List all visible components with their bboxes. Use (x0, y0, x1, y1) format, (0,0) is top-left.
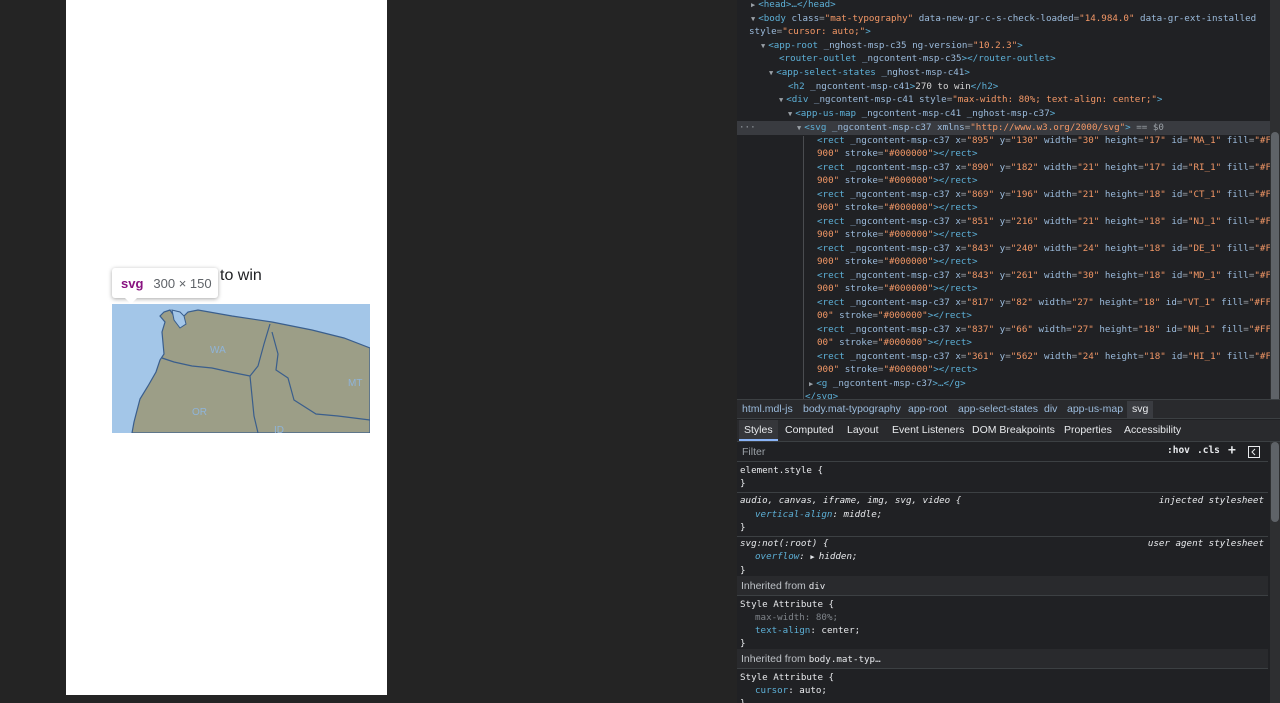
tree-node-router-outlet[interactable]: <router-outlet _ngcontent-msp-c35></rout… (737, 52, 1280, 66)
tree-node-rect-cont[interactable]: 900" stroke="#000000"></rect> (737, 282, 1280, 296)
tree-node-rect[interactable]: <rect _ngcontent-msp-c37 x="895" y="130"… (737, 134, 1280, 148)
inherited-from-div-link[interactable]: div (809, 581, 826, 592)
tree-node-rect-cont[interactable]: 900" stroke="#000000"></rect> (737, 228, 1280, 242)
class-toggle[interactable]: .cls (1197, 445, 1220, 456)
breadcrumb-html[interactable]: html.mdl-js (742, 403, 793, 415)
collapse-triangle-icon[interactable]: ▼ (797, 124, 801, 132)
expand-triangle-icon[interactable]: ▶ (809, 380, 813, 388)
hover-state-toggle[interactable]: :hov (1167, 445, 1190, 456)
tooltip-arrow (124, 297, 138, 304)
devtools-panel: ▶ <head>…</head> ▼ <body class="mat-typogr… (737, 0, 1280, 703)
styles-pane: element.style { } audio, canvas, iframe,… (737, 462, 1268, 703)
tree-node-rect[interactable]: <rect _ngcontent-msp-c37 x="843" y="261"… (737, 269, 1280, 283)
rule-div-style-attribute[interactable]: Style Attribute { max-width: 80%; text-a… (737, 597, 1268, 650)
tab-layout[interactable]: Layout (847, 420, 879, 441)
tab-accessibility[interactable]: Accessibility (1124, 420, 1181, 441)
more-options-icon[interactable]: ··· (739, 121, 756, 135)
tree-node-svg-close[interactable]: </svg> (737, 390, 1280, 399)
tab-styles[interactable]: Styles (739, 420, 778, 441)
styles-filter-bar: :hov .cls + (737, 443, 1268, 462)
tree-node-rect[interactable]: <rect _ngcontent-msp-c37 x="361" y="562"… (737, 350, 1280, 364)
collapse-triangle-icon[interactable]: ▼ (788, 110, 792, 118)
breadcrumb-app-root[interactable]: app-root (908, 403, 947, 415)
styles-scrollbar[interactable] (1270, 442, 1280, 703)
tree-node-div[interactable]: ▼ <div _ngcontent-msp-c41 style="max-widt… (737, 93, 1280, 107)
rule-body-style-attribute[interactable]: Style Attribute { cursor: auto; } (737, 670, 1268, 703)
rule-element-style[interactable]: element.style { } (737, 462, 1268, 493)
tree-node-rect[interactable]: <rect _ngcontent-msp-c37 x="890" y="182"… (737, 161, 1280, 175)
elements-tree[interactable]: ▶ <head>…</head> ▼ <body class="mat-typogr… (737, 0, 1280, 399)
tab-event-listeners[interactable]: Event Listeners (892, 420, 964, 441)
tree-node-app-root[interactable]: ▼ <app-root _nghost-msp-c35 ng-version="1… (737, 39, 1280, 53)
map-label-mt: MT (348, 378, 362, 389)
collapse-triangle-icon[interactable]: ▼ (761, 42, 765, 50)
elements-scroll-thumb[interactable] (1271, 132, 1279, 399)
page-heading: to win (220, 267, 262, 284)
rule-vertical-align[interactable]: audio, canvas, iframe, img, svg, video {… (737, 493, 1268, 537)
tree-node-rect-cont[interactable]: 900" stroke="#000000"></rect> (737, 147, 1280, 161)
tree-node-h2[interactable]: <h2 _ngcontent-msp-c41>270 to win</h2> (737, 80, 1280, 94)
tree-node-app-select-states[interactable]: ▼ <app-select-states _nghost-msp-c41> (737, 66, 1280, 80)
toggle-sidebar-icon[interactable] (1248, 446, 1260, 458)
expand-triangle-icon[interactable]: ▶ (810, 553, 818, 561)
inherited-from-div-header: Inherited from div (737, 576, 1268, 596)
styles-filter-input[interactable] (737, 443, 1157, 461)
collapse-triangle-icon[interactable]: ▼ (751, 15, 755, 23)
tab-dom-breakpoints[interactable]: DOM Breakpoints (972, 420, 1055, 441)
tree-node-rect-cont[interactable]: 900" stroke="#000000"></rect> (737, 363, 1280, 377)
inspect-tooltip: svg 300 × 150 (112, 268, 218, 298)
tree-node-rect[interactable]: <rect _ngcontent-msp-c37 x="851" y="216"… (737, 215, 1280, 229)
inherited-from-body-header: Inherited from body.mat-typ… (737, 649, 1268, 669)
styles-scroll-thumb[interactable] (1271, 442, 1279, 522)
tree-node-rect-cont[interactable]: 00" stroke="#000000"></rect> (737, 336, 1280, 350)
tree-node-rect[interactable]: <rect _ngcontent-msp-c37 x="869" y="196"… (737, 188, 1280, 202)
collapse-triangle-icon[interactable]: ▼ (769, 69, 773, 77)
tab-properties[interactable]: Properties (1064, 420, 1112, 441)
map-label-wa: WA (210, 345, 226, 356)
rule-source-user-agent[interactable]: user agent stylesheet (1148, 537, 1264, 551)
tree-node-g[interactable]: ▶ <g _ngcontent-msp-c37>…</g> (737, 377, 1280, 391)
tab-computed[interactable]: Computed (785, 420, 833, 441)
tree-node-rect[interactable]: <rect _ngcontent-msp-c37 x="837" y="66" … (737, 323, 1280, 337)
tree-node-body[interactable]: ▼ <body class="mat-typography" data-new-g… (737, 12, 1280, 26)
tree-node-rect[interactable]: <rect _ngcontent-msp-c37 x="843" y="240"… (737, 242, 1280, 256)
map-label-id: ID (274, 425, 284, 433)
inherited-from-body-link[interactable]: body.mat-typ… (809, 654, 881, 665)
styles-tab-strip: Styles Computed Layout Event Listeners D… (737, 420, 1280, 442)
tooltip-tag: svg (121, 275, 144, 291)
tooltip-dimensions: 300 × 150 (153, 275, 212, 291)
tree-node-rect-cont[interactable]: 900" stroke="#000000"></rect> (737, 201, 1280, 215)
elements-scrollbar[interactable] (1270, 0, 1280, 399)
breadcrumb-div[interactable]: div (1044, 403, 1057, 415)
breadcrumb: html.mdl-js body.mat-typography app-root… (737, 399, 1280, 419)
tree-node-rect[interactable]: <rect _ngcontent-msp-c37 x="817" y="82" … (737, 296, 1280, 310)
tree-node-app-us-map[interactable]: ▼ <app-us-map _ngcontent-msp-c41 _nghost-… (737, 107, 1280, 121)
breadcrumb-app-select-states[interactable]: app-select-states (958, 403, 1038, 415)
breadcrumb-app-us-map[interactable]: app-us-map (1067, 403, 1123, 415)
tree-node-rect-cont[interactable]: 900" stroke="#000000"></rect> (737, 174, 1280, 188)
collapse-triangle-icon[interactable]: ▼ (779, 96, 783, 104)
rule-source-injected[interactable]: injected stylesheet (1159, 494, 1264, 508)
breadcrumb-body[interactable]: body.mat-typography (803, 403, 901, 415)
tree-node-svg-selected[interactable]: ··· ▼ <svg _ngcontent-msp-c37 xmlns="http… (737, 121, 1280, 135)
tree-node-rect-cont[interactable]: 900" stroke="#000000"></rect> (737, 255, 1280, 269)
tree-node-head[interactable]: ▶ <head>…</head> (737, 0, 1280, 12)
map-label-or: OR (192, 407, 207, 418)
tree-node-body-cont[interactable]: style="cursor: auto;"> (737, 25, 1280, 39)
new-rule-plus-icon[interactable]: + (1228, 443, 1236, 458)
rule-overflow[interactable]: svg:not(:root) { user agent stylesheet o… (737, 537, 1268, 579)
tree-node-rect-cont[interactable]: 00" stroke="#000000"></rect> (737, 309, 1280, 323)
us-map[interactable]: WA OR MT ID (112, 304, 370, 433)
breadcrumb-svg[interactable]: svg (1127, 401, 1154, 418)
expand-triangle-icon[interactable]: ▶ (751, 1, 755, 9)
